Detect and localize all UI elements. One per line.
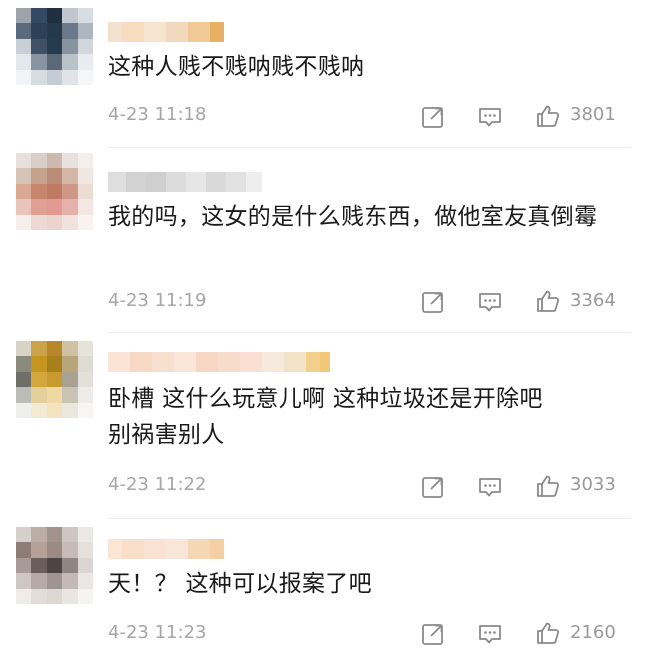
reply-button[interactable] [475,472,505,502]
comment-divider [108,147,631,148]
username-blurred[interactable] [108,352,330,372]
reply-button[interactable] [475,619,505,649]
comment-text: 天！？ 这种可以报案了吧 [108,571,372,597]
like-button[interactable] [533,286,563,316]
comment-text: 这种人贱不贱呐贱不贱呐 [108,54,365,80]
like-count: 3801 [570,104,616,125]
comment-timestamp: 4-23 11:18 [108,104,207,125]
thumbs-up-icon [537,475,560,497]
comment-icon [479,293,501,312]
avatar[interactable] [16,8,93,85]
share-icon [422,624,443,645]
comment-text: 卧槽 这什么玩意儿啊 这种垃圾还是开除吧 别祸害别人 [108,386,543,448]
avatar[interactable] [16,153,93,230]
comment-divider [108,518,631,519]
like-button[interactable] [533,618,563,648]
share-button[interactable] [418,102,448,132]
comment-timestamp: 4-23 11:23 [108,622,207,643]
thumbs-up-icon [537,290,560,312]
comment-timestamp: 4-23 11:19 [108,290,207,311]
avatar[interactable] [16,341,93,418]
username-blurred[interactable] [108,539,224,559]
like-button[interactable] [533,101,563,131]
share-icon [422,477,443,498]
share-icon [422,107,443,128]
reply-button[interactable] [475,287,505,317]
reply-button[interactable] [475,102,505,132]
comment-icon [479,108,501,127]
share-button[interactable] [418,619,448,649]
like-count: 3364 [570,290,616,311]
comment-divider [108,332,631,333]
like-count: 3033 [570,474,616,495]
comment-text: 我的吗，这女的是什么贱东西，做他室友真倒霉 [108,204,598,230]
share-button[interactable] [418,287,448,317]
thumbs-up-icon [537,105,560,127]
username-blurred[interactable] [108,172,262,192]
share-button[interactable] [418,472,448,502]
comment-icon [479,478,501,497]
like-count: 2160 [570,622,616,643]
comment-icon [479,625,501,644]
thumbs-up-icon [537,622,560,644]
comment-timestamp: 4-23 11:22 [108,474,207,495]
username-blurred[interactable] [108,22,224,42]
like-button[interactable] [533,471,563,501]
avatar[interactable] [16,527,93,604]
share-icon [422,292,443,313]
